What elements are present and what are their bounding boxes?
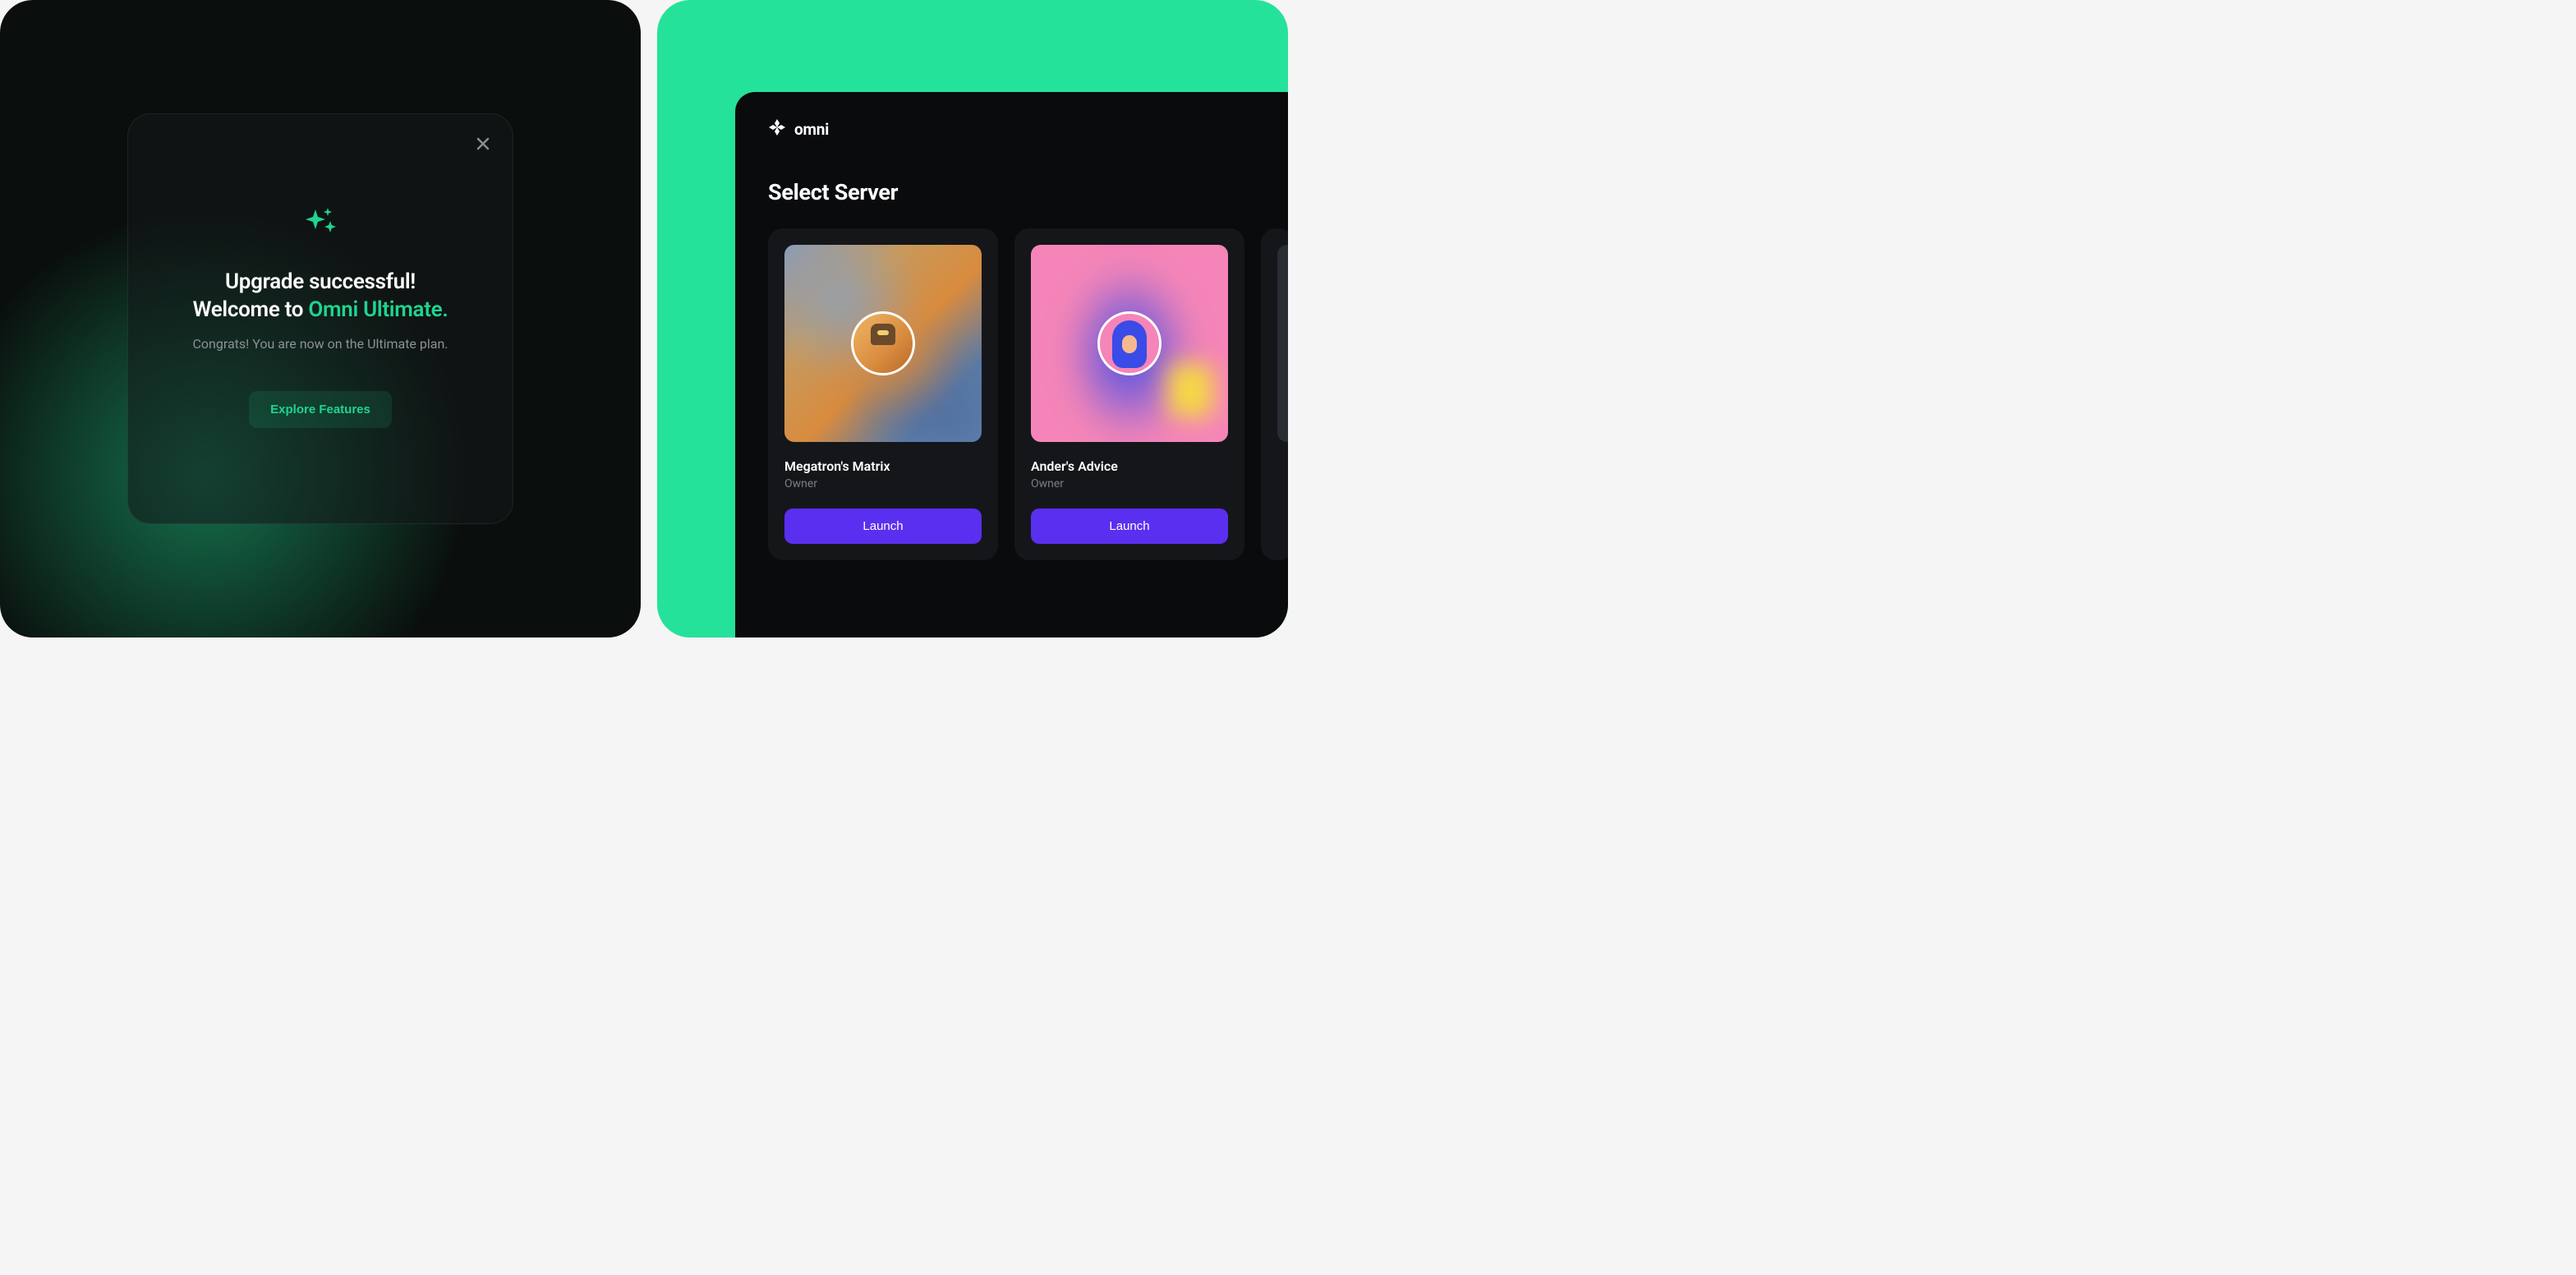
server-role: Owner xyxy=(784,477,982,490)
server-thumbnail xyxy=(1277,245,1288,442)
omni-logo-icon xyxy=(768,118,786,140)
server-avatar xyxy=(851,311,915,375)
section-title: Select Server xyxy=(768,179,1288,205)
modal-title-line2-prefix: Welcome to xyxy=(193,297,309,322)
server-select-panel: omni Select Server Megatron's Matrix Own… xyxy=(657,0,1288,638)
launch-button[interactable]: Launch xyxy=(784,509,982,544)
explore-features-button[interactable]: Explore Features xyxy=(249,391,392,428)
modal-title-highlight: Omni Ultimate. xyxy=(308,297,448,322)
server-avatar xyxy=(1097,311,1162,375)
server-role: Owner xyxy=(1031,477,1228,490)
close-icon xyxy=(476,136,490,151)
launch-button[interactable]: Launch xyxy=(1031,509,1228,544)
server-card[interactable]: Ander's Advice Owner Launch xyxy=(1014,228,1244,560)
server-thumbnail xyxy=(1031,245,1228,442)
server-name: Ander's Advice xyxy=(1031,458,1228,474)
upgrade-success-panel: Upgrade successful! Welcome to Omni Ulti… xyxy=(0,0,641,638)
close-button[interactable] xyxy=(472,132,494,155)
server-grid: Megatron's Matrix Owner Launch Ander's A… xyxy=(768,228,1288,560)
modal-title: Upgrade successful! Welcome to Omni Ulti… xyxy=(193,269,448,325)
sparkle-icon xyxy=(301,205,339,246)
brand-name: omni xyxy=(794,120,829,139)
server-name: Megatron's Matrix xyxy=(784,458,982,474)
app-header: omni xyxy=(768,118,1288,140)
modal-subtitle: Congrats! You are now on the Ultimate pl… xyxy=(192,336,448,352)
app-window: omni Select Server Megatron's Matrix Own… xyxy=(735,92,1288,638)
server-card[interactable] xyxy=(1261,228,1288,560)
upgrade-modal: Upgrade successful! Welcome to Omni Ulti… xyxy=(127,113,513,524)
modal-title-line1: Upgrade successful! xyxy=(225,269,416,294)
server-card[interactable]: Megatron's Matrix Owner Launch xyxy=(768,228,998,560)
server-thumbnail xyxy=(784,245,982,442)
